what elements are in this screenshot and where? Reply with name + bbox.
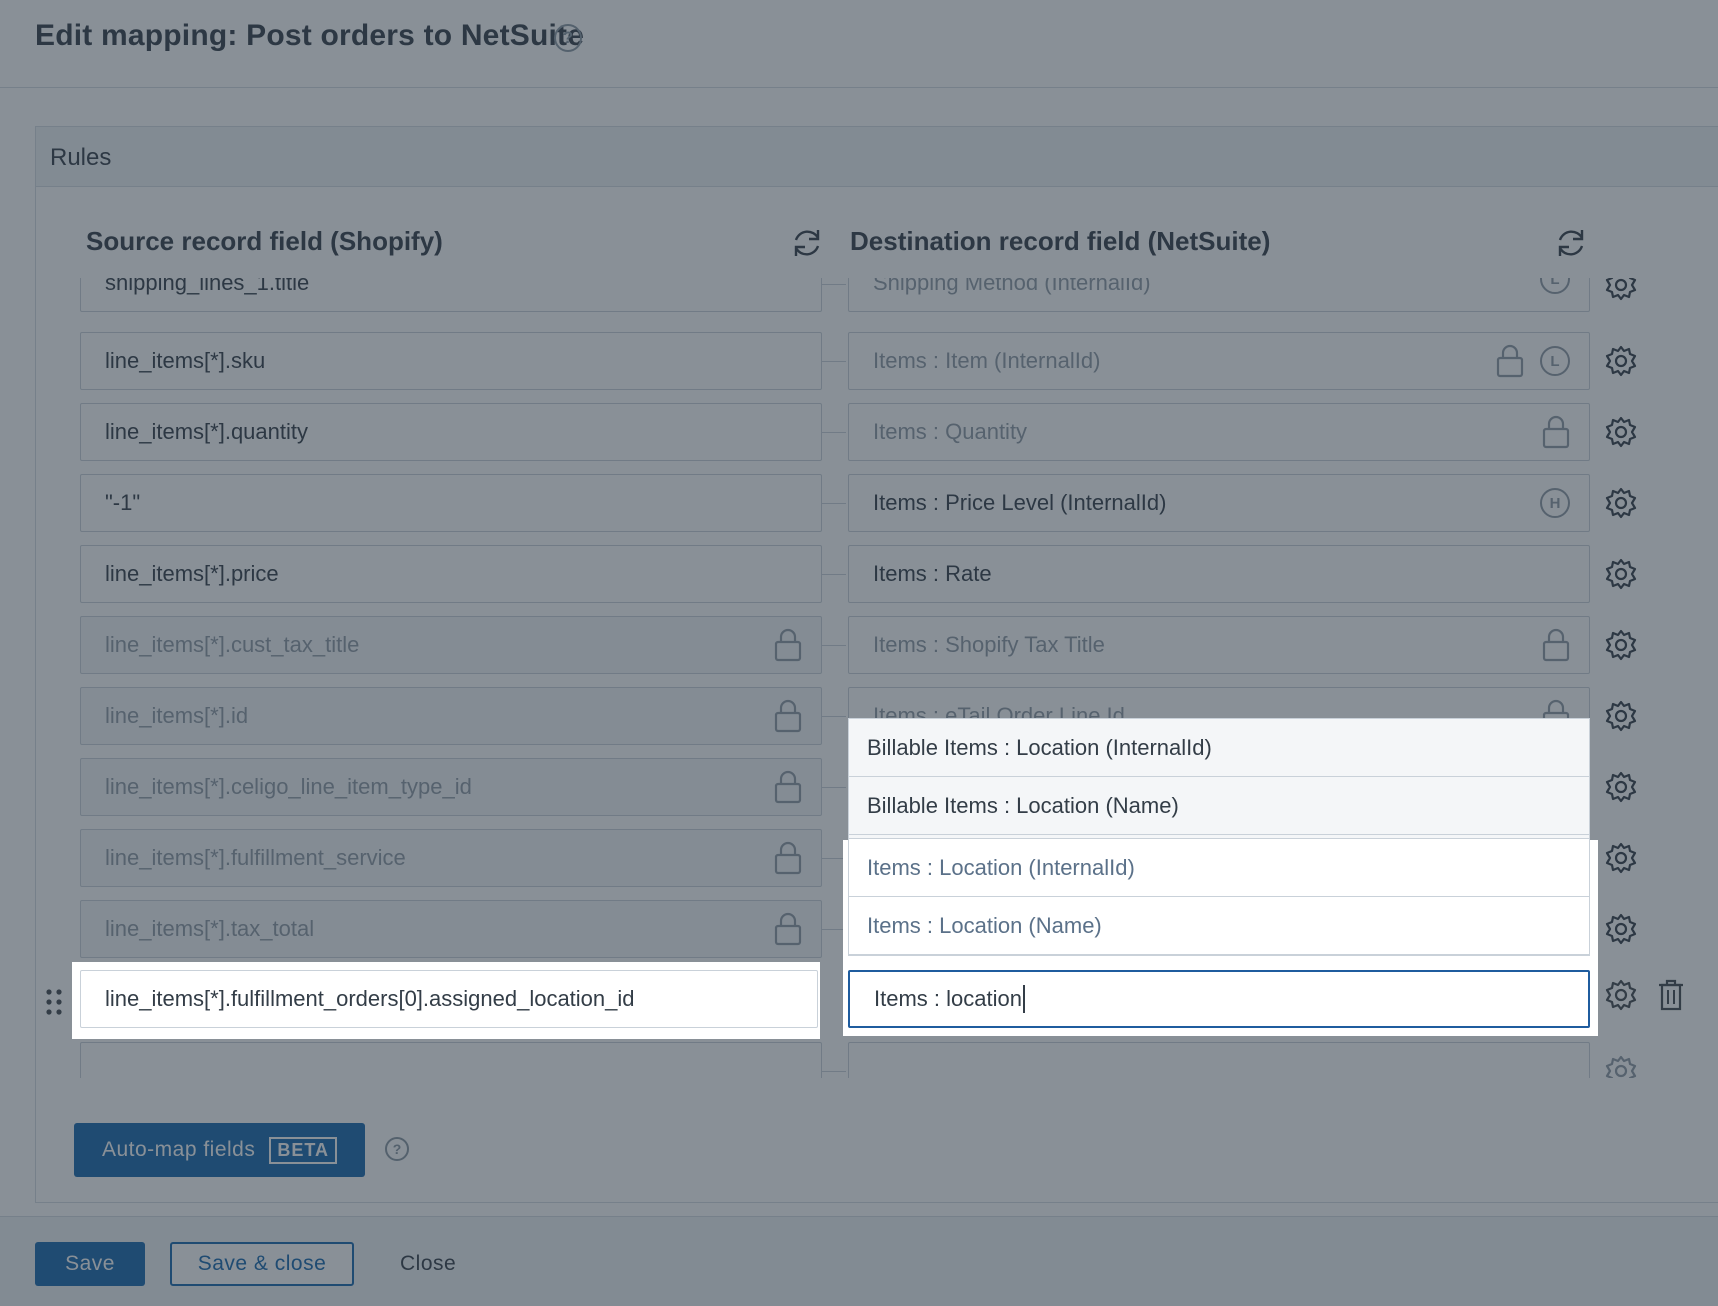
source-field[interactable]: line_items[*].fulfillment_orders[0].assi… — [80, 970, 818, 1028]
source-field[interactable]: line_items[*].quantity — [80, 403, 822, 461]
close-button[interactable]: Close — [400, 1242, 456, 1286]
source-field[interactable]: line_items[*].fulfillment_service — [80, 829, 822, 887]
gear-icon[interactable] — [1604, 841, 1638, 875]
gear-icon[interactable] — [1604, 486, 1638, 520]
destination-field[interactable]: Items : Price Level (InternalId) — [848, 474, 1590, 532]
source-field[interactable]: line_items[*].celigo_line_item_type_id — [80, 758, 822, 816]
lock-icon — [774, 912, 802, 946]
lookup-badge-icon[interactable]: L — [1540, 346, 1570, 376]
save-button[interactable]: Save — [35, 1242, 145, 1286]
row-connector — [822, 503, 846, 504]
footer: Save Save & close Close — [0, 1216, 1718, 1306]
gear-icon[interactable] — [1604, 912, 1638, 946]
destination-field[interactable]: Items : Rate — [848, 545, 1590, 603]
source-field-empty[interactable] — [80, 1042, 822, 1078]
help-icon[interactable]: ? — [385, 1137, 409, 1161]
gear-icon[interactable] — [1604, 1054, 1638, 1078]
refresh-source-icon[interactable] — [790, 226, 824, 260]
row-connector — [822, 432, 846, 433]
source-field[interactable]: line_items[*].price — [80, 545, 822, 603]
lock-icon — [774, 841, 802, 875]
page-title: Edit mapping: Post orders to NetSuite — [35, 19, 585, 52]
rules-header: Rules — [36, 127, 1718, 187]
destination-field[interactable]: Shipping Method (InternalId) — [848, 278, 1590, 312]
gear-icon[interactable] — [1604, 415, 1638, 449]
destination-input[interactable]: Items : location — [848, 970, 1590, 1028]
source-column-header: Source record field (Shopify) — [86, 226, 443, 256]
source-field[interactable]: line_items[*].tax_total — [80, 900, 822, 958]
auto-map-button[interactable]: Auto-map fields BETA — [74, 1123, 365, 1177]
lock-icon — [1542, 415, 1570, 449]
dropdown-option[interactable]: Items : Location (InternalId) — [849, 839, 1589, 897]
lock-icon — [774, 770, 802, 804]
beta-badge: BETA — [269, 1136, 338, 1164]
lock-icon — [1542, 628, 1570, 662]
gear-icon[interactable] — [1604, 699, 1638, 733]
lock-icon — [1496, 344, 1524, 378]
source-field[interactable]: line_items[*].cust_tax_title — [80, 616, 822, 674]
lock-icon — [774, 628, 802, 662]
highlighted-options: Items : Location (InternalId) Items : Lo… — [848, 838, 1590, 956]
source-field[interactable]: line_items[*].id — [80, 687, 822, 745]
row-connector — [822, 787, 846, 788]
source-field[interactable]: "-1" — [80, 474, 822, 532]
gear-icon[interactable] — [1604, 770, 1638, 804]
destination-field[interactable]: Items : Quantity — [848, 403, 1590, 461]
dropdown-option[interactable]: Items : Location (Name) — [849, 897, 1589, 955]
row-connector — [822, 361, 846, 362]
gear-icon[interactable] — [1604, 557, 1638, 591]
source-field[interactable]: line_items[*].sku — [80, 332, 822, 390]
gear-icon[interactable] — [1604, 978, 1638, 1012]
row-connector — [822, 1071, 846, 1072]
row-connector — [822, 284, 846, 285]
save-close-button[interactable]: Save & close — [170, 1242, 354, 1286]
source-field[interactable]: shipping_lines_1.title — [80, 278, 822, 312]
drag-handle-icon[interactable] — [44, 987, 64, 1017]
lock-icon — [774, 699, 802, 733]
rules-title: Rules — [50, 144, 112, 171]
row-connector — [822, 645, 846, 646]
modal-header: Edit mapping: Post orders to NetSuite ? — [0, 0, 1718, 88]
gear-icon[interactable] — [1604, 278, 1638, 302]
row-connector — [822, 716, 846, 717]
row-connector — [822, 574, 846, 575]
refresh-destination-icon[interactable] — [1554, 226, 1588, 260]
help-icon[interactable]: ? — [554, 24, 582, 52]
trash-icon[interactable] — [1656, 978, 1686, 1012]
hardcoded-badge-icon[interactable]: H — [1540, 488, 1570, 518]
destination-field[interactable]: Items : Item (InternalId) — [848, 332, 1590, 390]
gear-icon[interactable] — [1604, 344, 1638, 378]
dropdown-option[interactable]: Billable Items : Location (InternalId) — [849, 719, 1589, 777]
destination-field-empty[interactable] — [848, 1042, 1590, 1078]
destination-field[interactable]: Items : Shopify Tax Title — [848, 616, 1590, 674]
dropdown-option[interactable]: Billable Items : Location (Name) — [849, 777, 1589, 835]
destination-column-header: Destination record field (NetSuite) — [850, 226, 1271, 256]
gear-icon[interactable] — [1604, 628, 1638, 662]
text-caret — [1022, 985, 1025, 1013]
